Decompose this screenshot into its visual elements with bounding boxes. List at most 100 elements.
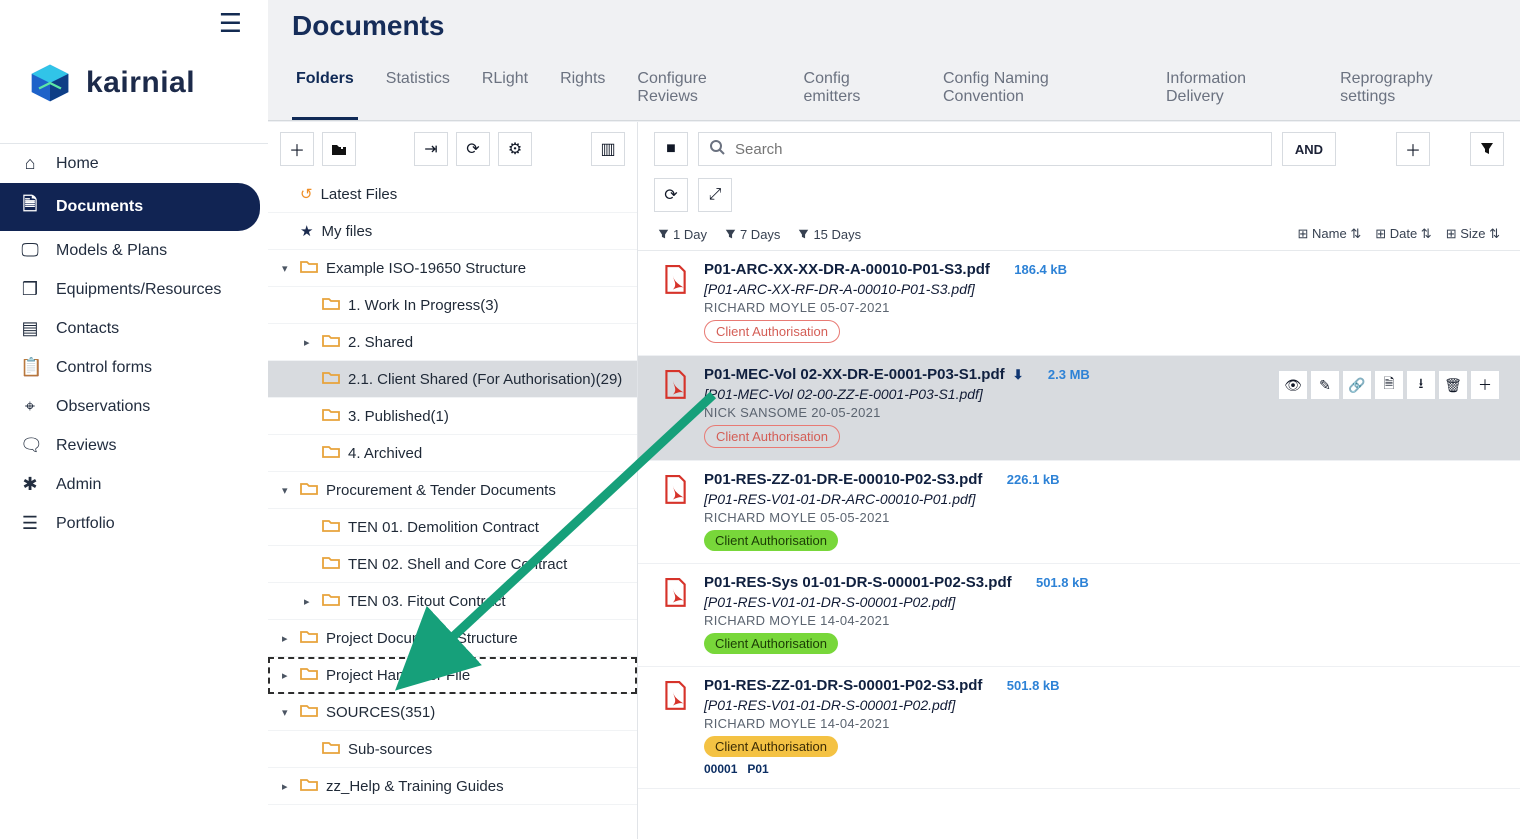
folder-icon <box>322 592 340 610</box>
tree-item[interactable]: ★My files <box>268 213 637 250</box>
tab-statistics[interactable]: Statistics <box>382 58 454 120</box>
tree-item[interactable]: ▸zz_Help & Training Guides <box>268 768 637 805</box>
tree-item[interactable]: 3. Published(1) <box>268 398 637 435</box>
file-button[interactable]: 🗎 <box>1374 370 1404 400</box>
tab-rlight[interactable]: RLight <box>478 58 532 120</box>
settings-button[interactable]: ⚙ <box>498 132 532 166</box>
import-button[interactable]: ⇥ <box>414 132 448 166</box>
file-ref: [P01-RES-V01-01-DR-ARC-00010-P01.pdf] <box>704 491 1500 507</box>
tree-item[interactable]: ▾SOURCES(351) <box>268 694 637 731</box>
sort-option[interactable]: ⊞ Name ⇅ <box>1298 226 1362 242</box>
day-filter[interactable]: 1 Day <box>658 227 707 242</box>
tree-item[interactable]: 4. Archived <box>268 435 637 472</box>
status-badge: Client Authorisation <box>704 530 838 551</box>
nav-label: Documents <box>56 198 143 216</box>
new-folder-button[interactable] <box>322 132 356 166</box>
tab-rights[interactable]: Rights <box>556 58 609 120</box>
stop-button[interactable]: ■ <box>654 132 688 166</box>
tree-item[interactable]: TEN 02. Shell and Core Contract <box>268 546 637 583</box>
folder-icon <box>322 370 340 388</box>
nav-item-contacts[interactable]: ▤Contacts <box>0 309 268 348</box>
sort-option[interactable]: ⊞ Size ⇅ <box>1446 226 1500 242</box>
menu-toggle-icon[interactable]: ☰ <box>219 0 268 39</box>
nav-item-observations[interactable]: ⌖Observations <box>0 387 268 426</box>
caret-icon: ▸ <box>282 669 292 682</box>
add-button[interactable]: ＋ <box>1470 370 1500 400</box>
tree-item[interactable]: Sub-sources <box>268 731 637 768</box>
refresh-tree-button[interactable]: ⟳ <box>456 132 490 166</box>
tab-config-naming-convention[interactable]: Config Naming Convention <box>939 58 1138 120</box>
add-file-button[interactable]: ＋ <box>1396 132 1430 166</box>
add-button[interactable]: ＋ <box>280 132 314 166</box>
pdf-icon <box>662 370 690 448</box>
tree-item[interactable]: ↺Latest Files <box>268 176 637 213</box>
tree-item[interactable]: ▸TEN 03. Fitout Contract <box>268 583 637 620</box>
nav-item-portfolio[interactable]: ☰Portfolio <box>0 504 268 543</box>
download-icon[interactable]: ⬇ <box>1013 367 1024 383</box>
search-input[interactable] <box>735 141 1261 158</box>
edit-button[interactable]: ✎ <box>1310 370 1340 400</box>
tree-item[interactable]: ▸Project Documents Structure <box>268 620 637 657</box>
file-author: NICK SANSOME 20-05-2021 <box>704 405 1500 420</box>
caret-icon: ▾ <box>282 262 292 275</box>
file-row[interactable]: P01-RES-ZZ-01-DR-S-00001-P02-S3.pdf 501.… <box>638 667 1520 789</box>
file-row[interactable]: P01-MEC-Vol 02-XX-DR-E-0001-P03-S1.pdf ⬇… <box>638 356 1520 461</box>
main-area: Documents Folders Statistics RLight Rights C… <box>268 0 1520 839</box>
download-button[interactable]: ⭳ <box>1406 370 1436 400</box>
folder-icon <box>322 444 340 462</box>
pdf-icon <box>662 681 690 776</box>
nav-item-documents[interactable]: 🗎Documents <box>0 183 260 231</box>
tab-config-emitters[interactable]: Config emitters <box>800 58 915 120</box>
nav-item-models-plans[interactable]: 🖵Models & Plans <box>0 231 268 270</box>
folder-icon <box>300 629 318 647</box>
tab-information-delivery[interactable]: Information Delivery <box>1162 58 1312 120</box>
tree-label: 1. Work In Progress(3) <box>348 297 499 314</box>
file-name: P01-MEC-Vol 02-XX-DR-E-0001-P03-S1.pdf <box>704 366 1005 383</box>
file-filter-bar: 1 Day 7 Days 15 Days ⊞ Name ⇅ ⊞ Date ⇅ ⊞ S… <box>638 222 1520 251</box>
and-button[interactable]: AND <box>1282 132 1336 166</box>
day-filter[interactable]: 7 Days <box>725 227 780 242</box>
nav-item-admin[interactable]: ✱Admin <box>0 465 268 504</box>
caret-icon: ▸ <box>282 632 292 645</box>
nav-label: Reviews <box>56 437 116 455</box>
tab-folders[interactable]: Folders <box>292 58 358 120</box>
page-title: Documents <box>268 0 1520 46</box>
folder-icon <box>322 333 340 351</box>
day-filter[interactable]: 15 Days <box>798 227 861 242</box>
file-row[interactable]: P01-RES-ZZ-01-DR-E-00010-P02-S3.pdf 226.… <box>638 461 1520 564</box>
file-author: RICHARD MOYLE 05-05-2021 <box>704 510 1500 525</box>
filter-button[interactable] <box>1470 132 1504 166</box>
file-name: P01-RES-ZZ-01-DR-S-00001-P02-S3.pdf <box>704 677 982 694</box>
expand-button[interactable]: ⤢ <box>698 178 732 212</box>
search-box[interactable] <box>698 132 1272 166</box>
view-button[interactable]: 👁 <box>1278 370 1308 400</box>
nav-item-control-forms[interactable]: 📋Control forms <box>0 348 268 387</box>
tree-item[interactable]: ▾Procurement & Tender Documents <box>268 472 637 509</box>
tree-item[interactable]: ▾Example ISO-19650 Structure <box>268 250 637 287</box>
tree-item[interactable]: 2.1. Client Shared (For Authorisation)(2… <box>268 361 637 398</box>
layout-button[interactable]: ▥ <box>591 132 625 166</box>
nav-item-home[interactable]: ⌂Home <box>0 144 268 183</box>
file-row[interactable]: P01-RES-Sys 01-01-DR-S-00001-P02-S3.pdf … <box>638 564 1520 667</box>
tree-item[interactable]: 1. Work In Progress(3) <box>268 287 637 324</box>
sort-options: ⊞ Name ⇅ ⊞ Date ⇅ ⊞ Size ⇅ <box>1298 226 1500 242</box>
status-badge: Client Authorisation <box>704 633 838 654</box>
file-info: P01-RES-ZZ-01-DR-S-00001-P02-S3.pdf 501.… <box>704 677 1500 776</box>
link-button[interactable]: 🔗 <box>1342 370 1372 400</box>
tab-configure-reviews[interactable]: Configure Reviews <box>633 58 775 120</box>
file-row[interactable]: P01-ARC-XX-XX-DR-A-00010-P01-S3.pdf 186.… <box>638 251 1520 356</box>
tab-reprography-settings[interactable]: Reprography settings <box>1336 58 1496 120</box>
nav-item-equipments-resources[interactable]: ❒Equipments/Resources <box>0 270 268 309</box>
delete-button[interactable]: 🗑 <box>1438 370 1468 400</box>
folder-icon <box>300 481 318 499</box>
row-actions: 👁✎🔗🗎⭳🗑＋ <box>1278 370 1500 400</box>
tree-item[interactable]: ▸Project Handover File <box>268 657 637 694</box>
sort-option[interactable]: ⊞ Date ⇅ <box>1375 226 1431 242</box>
tree-item[interactable]: TEN 01. Demolition Contract <box>268 509 637 546</box>
chat-icon: 🗨 <box>20 435 40 456</box>
status-badge: Client Authorisation <box>704 736 838 757</box>
nav-item-reviews[interactable]: 🗨 Reviews <box>0 426 268 465</box>
tree-label: TEN 03. Fitout Contract <box>348 593 506 610</box>
tree-item[interactable]: ▸2. Shared <box>268 324 637 361</box>
refresh-files-button[interactable]: ⟳ <box>654 178 688 212</box>
